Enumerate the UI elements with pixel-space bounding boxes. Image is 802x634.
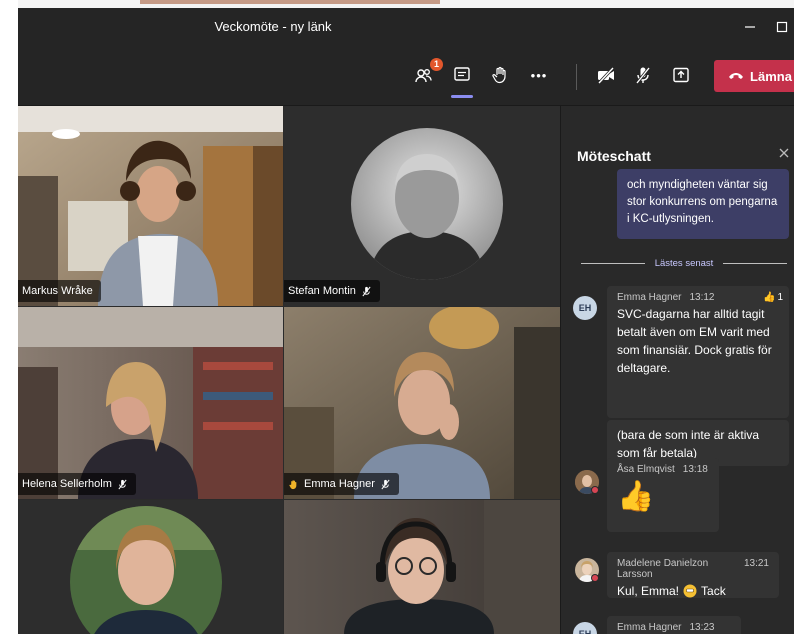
reaction[interactable]: 👍 1 xyxy=(763,292,783,303)
participant-name-tag: Markus Wråke xyxy=(18,280,101,302)
video-tile[interactable]: Markus Wråke xyxy=(18,106,283,306)
message-meta: Madelene Danielzon Larsson 13:21 xyxy=(617,558,769,580)
share-screen-button[interactable] xyxy=(668,62,694,88)
message-time: 13:21 xyxy=(743,558,769,569)
avatar-initials: EH xyxy=(578,303,592,313)
message-text: SVC-dagarna har alltid tagit betalt även… xyxy=(617,307,772,375)
toolbar-separator xyxy=(576,64,577,90)
minimize-button[interactable] xyxy=(738,16,762,38)
message-text: Kul, Emma! Tack xyxy=(617,582,769,600)
message-text-part: Kul, Emma! xyxy=(617,584,680,598)
participant-name: Helena Sellerholm xyxy=(22,478,112,490)
maximize-icon xyxy=(776,21,788,33)
video-tile[interactable]: Emma Hagner xyxy=(284,307,560,499)
title-bar: Veckomöte - ny länk xyxy=(18,8,794,48)
participant-name-tag: Emma Hagner xyxy=(284,473,399,495)
camera-toggle-button[interactable] xyxy=(593,62,619,88)
participant-name: Markus Wråke xyxy=(22,285,93,297)
teams-meeting-window: Veckomöte - ny länk 1 ••• Lämna Markus W… xyxy=(18,8,794,634)
muted-icon xyxy=(362,286,371,296)
meeting-chat-panel: Möteschatt och myndigheten väntar sig st… xyxy=(560,106,794,634)
muted-icon xyxy=(118,479,127,489)
more-actions-button[interactable]: ••• xyxy=(526,62,552,88)
message-author: Åsa Elmqvist xyxy=(617,464,675,475)
mic-off-icon xyxy=(635,67,651,84)
participant-name: Stefan Montin xyxy=(288,285,356,297)
close-chat-button[interactable] xyxy=(778,146,790,162)
last-read-label: Lästes senast xyxy=(654,257,714,269)
own-message-text: och myndigheten väntar sig stor konkurre… xyxy=(627,179,778,225)
window-title: Veckomöte - ny länk xyxy=(214,19,332,34)
message-author: Emma Hagner xyxy=(617,292,682,303)
divider-line xyxy=(581,262,645,264)
right-margin xyxy=(794,0,802,634)
chat-message[interactable]: Madelene Danielzon Larsson 13:21 Kul, Em… xyxy=(607,552,779,598)
presence-dot xyxy=(591,486,599,494)
participant-name-tag: Helena Sellerholm xyxy=(18,473,136,495)
chat-message[interactable]: Emma Hagner 13:23 xyxy=(607,616,741,634)
left-margin xyxy=(0,0,18,634)
participant-name: Emma Hagner xyxy=(304,478,375,490)
hand-icon xyxy=(492,66,506,84)
own-message-bubble[interactable]: och myndigheten väntar sig stor konkurre… xyxy=(617,169,789,239)
chat-message[interactable]: Emma Hagner 13:12 SVC-dagarna har alltid… xyxy=(607,286,789,418)
window-top-strip xyxy=(0,0,802,8)
minimize-icon xyxy=(745,26,755,28)
participant-name-tag: Stefan Montin xyxy=(284,280,380,302)
thumbs-up-emoji: 👍 xyxy=(617,480,655,513)
video-tile[interactable]: Helena Sellerholm xyxy=(18,307,283,499)
message-author: Madelene Danielzon Larsson xyxy=(617,558,709,580)
message-meta: Emma Hagner 13:12 xyxy=(617,292,779,303)
maximize-button[interactable] xyxy=(770,16,794,38)
chat-message[interactable]: Åsa Elmqvist 13:18 👍 xyxy=(607,458,719,532)
divider-line xyxy=(723,262,787,264)
participant-avatar-photo xyxy=(70,506,222,634)
avatar[interactable]: EH xyxy=(573,622,597,634)
video-tile[interactable] xyxy=(18,500,283,634)
raised-hand-icon xyxy=(289,479,297,489)
participants-badge: 1 xyxy=(430,58,443,71)
camera-off-icon xyxy=(597,66,615,85)
thumbs-up-icon: 👍 xyxy=(762,292,776,303)
message-meta: Emma Hagner 13:23 xyxy=(617,622,731,633)
avatar-initials: EH xyxy=(578,629,592,634)
title-accent xyxy=(140,0,440,4)
message-text-part: Tack xyxy=(701,584,726,598)
message-meta: Åsa Elmqvist 13:18 xyxy=(617,464,709,475)
muted-icon xyxy=(381,479,390,489)
last-read-divider: Lästes senast xyxy=(581,256,787,270)
leave-label: Lämna xyxy=(750,68,792,84)
video-grid: Markus Wråke Stefan Montin Helena Seller… xyxy=(18,106,560,634)
chat-icon xyxy=(454,67,470,81)
message-time: 13:23 xyxy=(689,622,715,633)
chat-panel-title: Möteschatt xyxy=(577,148,651,164)
message-text: (bara de som inte är aktiva som får beta… xyxy=(617,428,760,460)
chat-button[interactable] xyxy=(449,62,475,88)
video-tile[interactable]: Stefan Montin xyxy=(284,106,560,306)
mic-toggle-button[interactable] xyxy=(630,62,656,88)
message-time: 13:12 xyxy=(689,292,715,303)
presence-dot xyxy=(591,574,599,582)
hang-up-icon xyxy=(729,73,744,79)
participant-video xyxy=(284,500,560,634)
close-icon xyxy=(779,148,789,158)
chat-active-indicator xyxy=(451,95,473,98)
message-author: Emma Hagner xyxy=(617,622,682,633)
participant-video xyxy=(18,106,283,306)
message-time: 13:18 xyxy=(682,464,708,475)
participant-video xyxy=(18,307,283,499)
leave-button[interactable]: Lämna xyxy=(714,60,794,92)
participant-video xyxy=(284,307,560,499)
reaction-count: 1 xyxy=(777,292,783,303)
video-tile[interactable] xyxy=(284,500,560,634)
avatar[interactable]: EH xyxy=(573,296,597,320)
participant-avatar-photo xyxy=(351,128,503,280)
meeting-toolbar: 1 ••• Lämna xyxy=(18,48,794,106)
smile-emoji-icon xyxy=(683,584,697,598)
share-screen-icon xyxy=(673,67,689,83)
raise-hand-button[interactable] xyxy=(487,62,513,88)
